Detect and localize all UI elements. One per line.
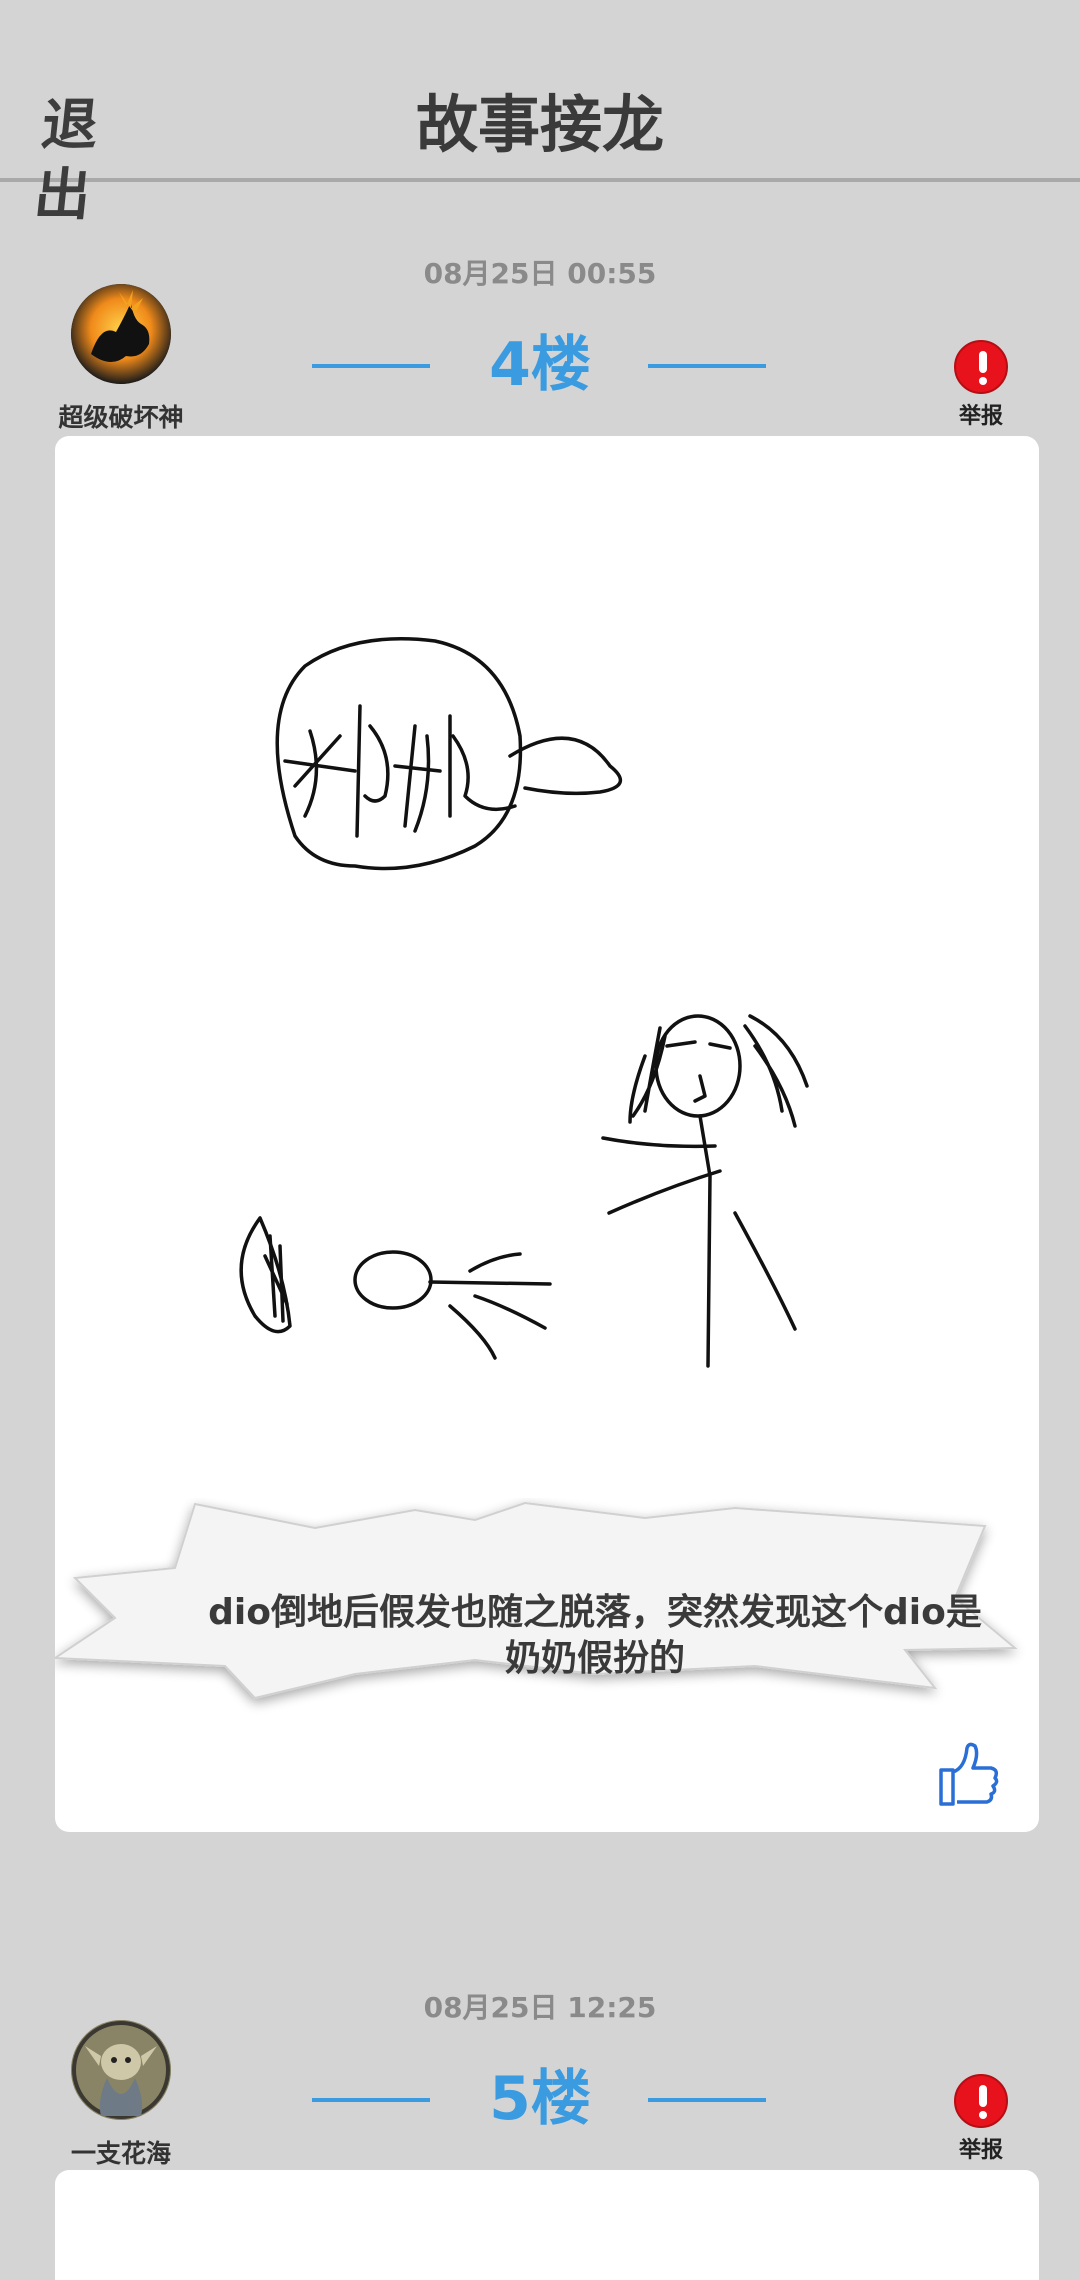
top-bar: 退出 故事接龙	[0, 0, 1080, 228]
username: 一支花海	[70, 2139, 171, 2168]
report-label: 举报	[958, 2138, 1003, 2163]
alert-icon	[954, 340, 1008, 394]
report-label: 举报	[958, 404, 1003, 429]
floor-divider-right	[648, 364, 766, 368]
thumbs-up-icon[interactable]	[931, 1738, 1003, 1810]
story-card	[55, 2170, 1039, 2280]
floor-number: 5楼	[489, 2064, 591, 2134]
username: 超级破坏神	[58, 403, 184, 432]
post-timestamp: 08月25日 12:25	[423, 1991, 657, 2024]
floor-divider-right	[648, 2098, 766, 2102]
page-title: 故事接龙	[415, 88, 664, 161]
floor-number: 4楼	[489, 330, 591, 400]
alert-icon	[954, 2074, 1008, 2128]
story-caption: dio倒地后假发也随之脱落，突然发现这个dio是奶奶假扮的	[208, 1592, 982, 1679]
post-timestamp: 08月25日 00:55	[423, 257, 657, 290]
story-card: dio倒地后假发也随之脱落，突然发现这个dio是奶奶假扮的	[55, 436, 1039, 1832]
report-button[interactable]: 举报	[941, 340, 1021, 430]
report-button[interactable]: 举报	[941, 2074, 1021, 2164]
